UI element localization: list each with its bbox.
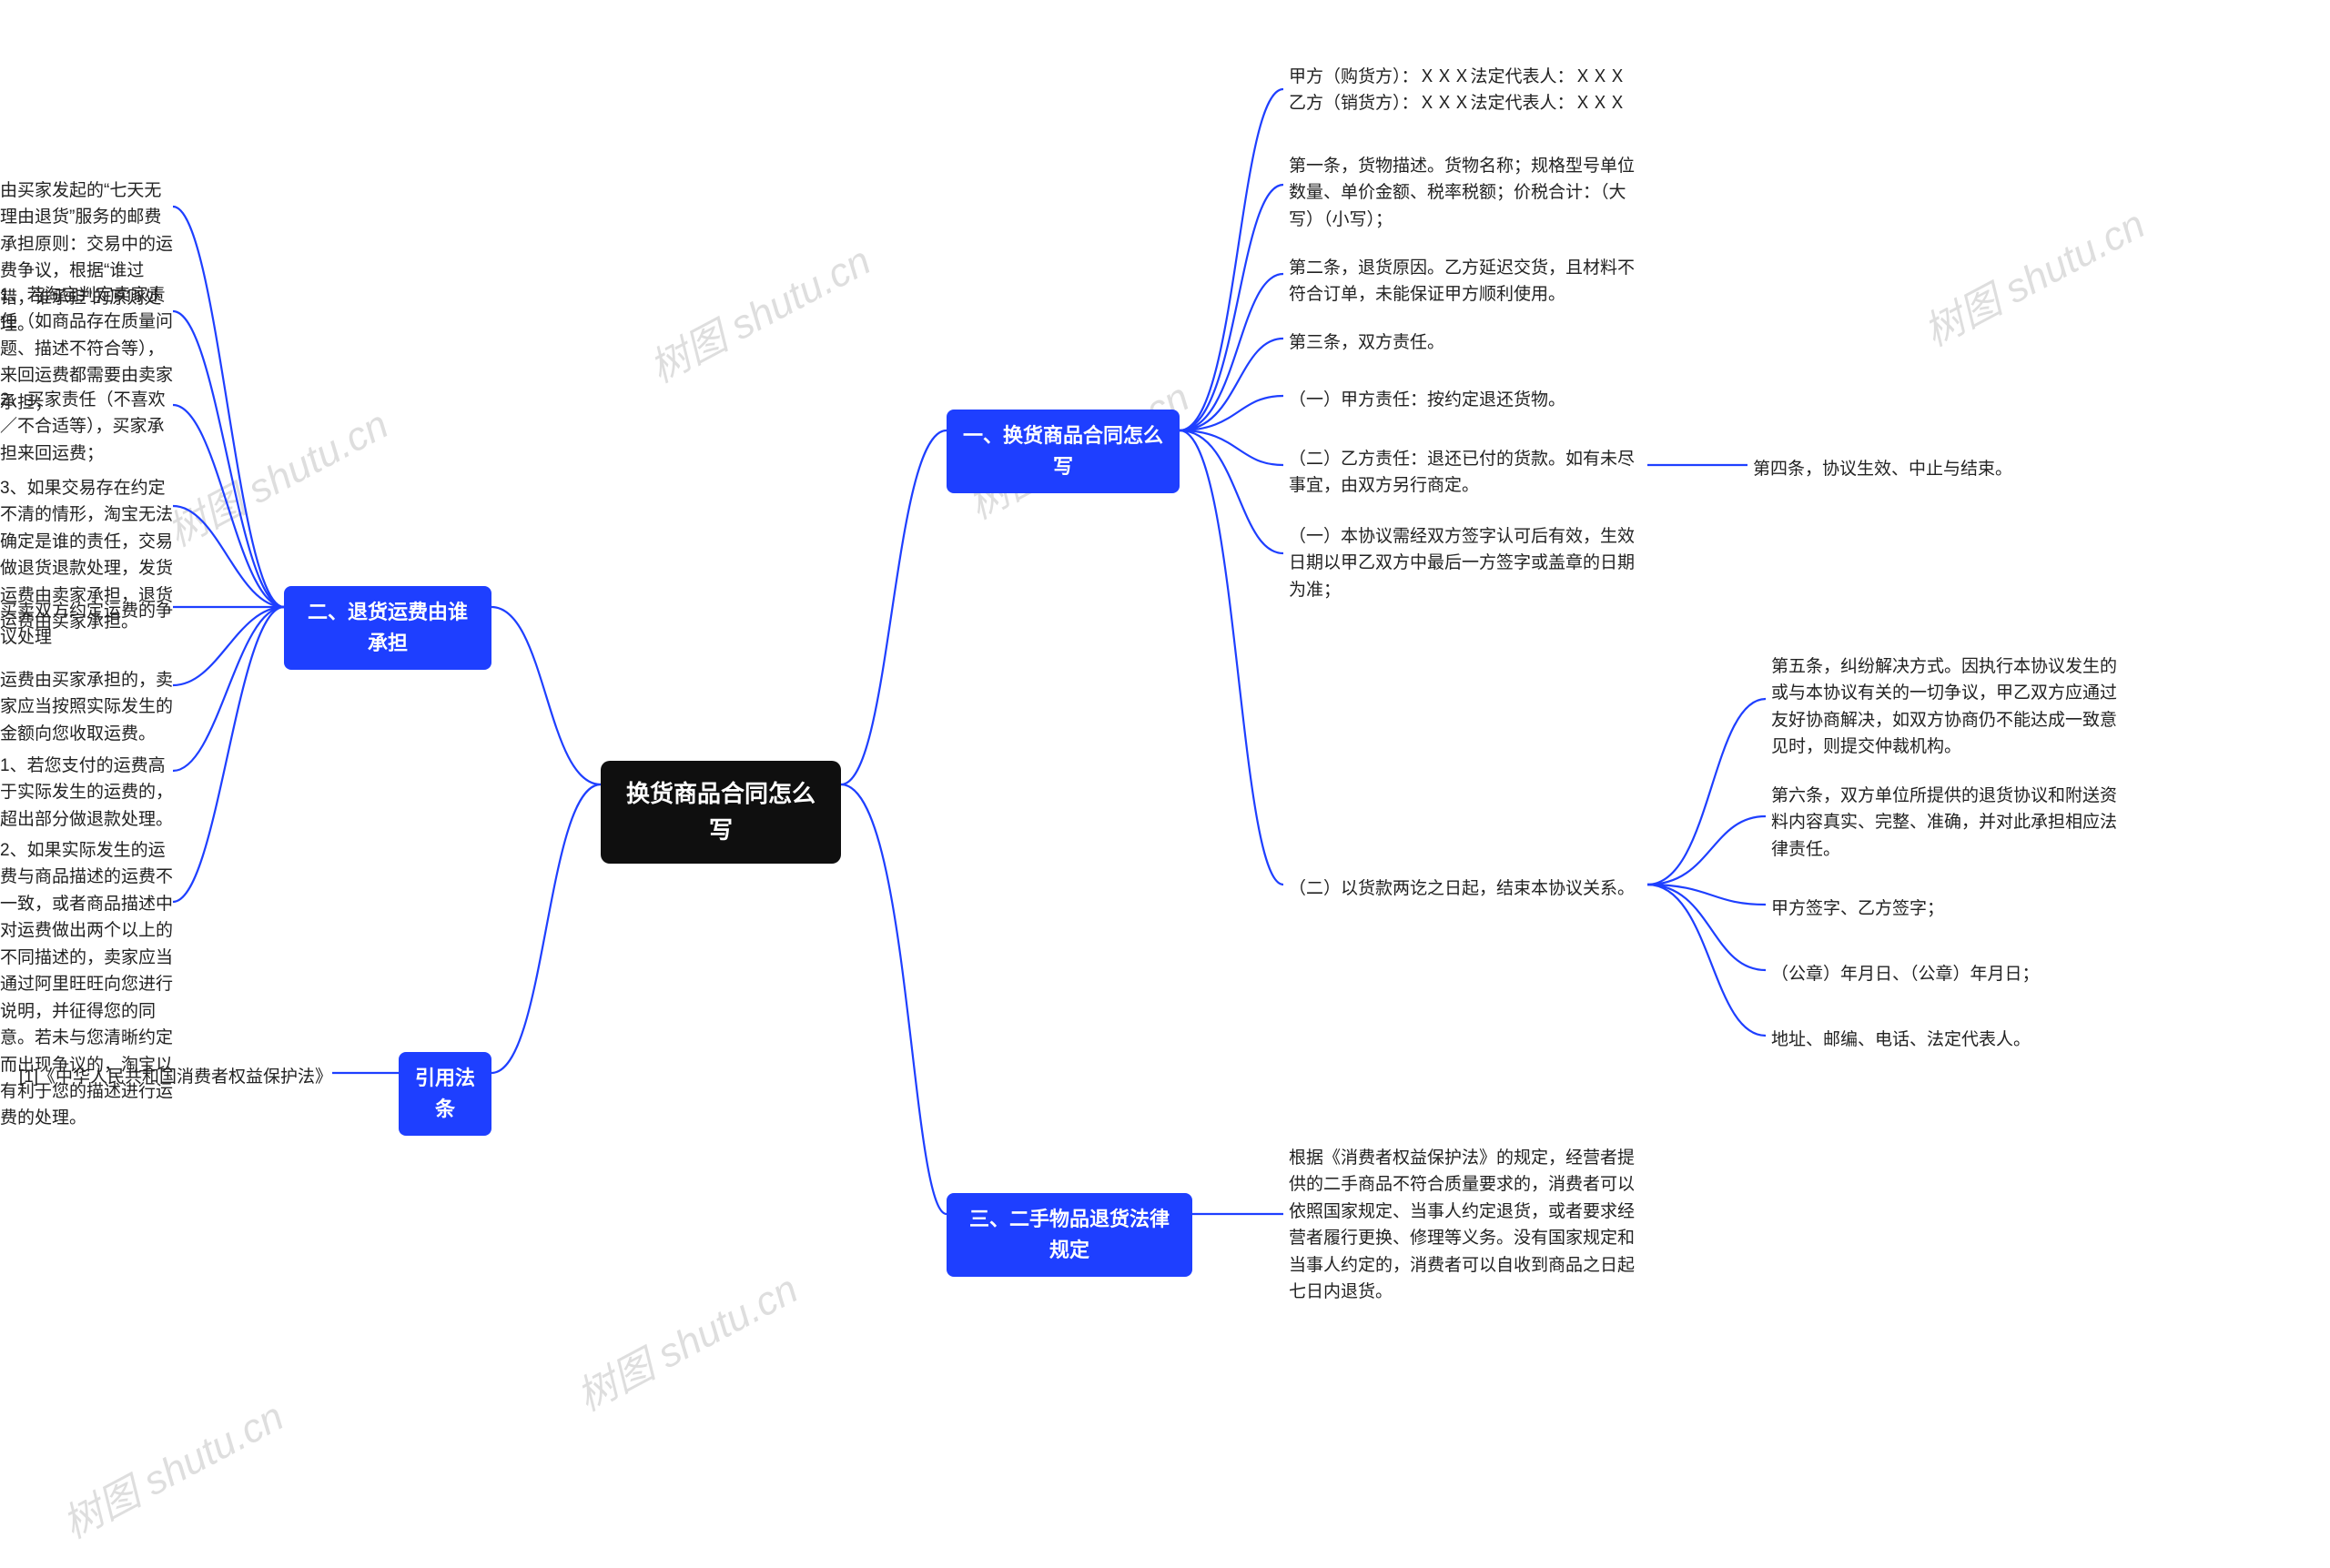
b1-c8: （二）以货款两讫之日起，结束本协议关系。 [1289,875,1635,902]
watermark: 树图 shutu.cn [156,392,397,558]
b1-c2: 第一条，货物描述。货物名称；规格型号单位数量、单价金额、税率税额；价税合计：（大… [1289,153,1644,233]
watermark: 树图 shutu.cn [638,228,879,394]
b1-c8-g5: 地址、邮编、电话、法定代表人。 [1771,1027,2031,1053]
b2-d7: 1、若您支付的运费高于实际发生的运费的，超出部分做退款处理。 [0,753,173,833]
b2-d3: 2、买家责任（不喜欢／不合适等），买家承担来回运费； [0,387,173,467]
b1-c8-g2: 第六条，双方单位所提供的退货协议和附送资料内容真实、完整、准确，并对此承担相应法… [1771,783,2126,863]
b1-c8-g1: 第五条，纠纷解决方式。因执行本协议发生的或与本协议有关的一切争议，甲乙双方应通过… [1771,653,2126,761]
b1-c6: （二）乙方责任：退还已付的货款。如有未尽事宜，由双方另行商定。 [1289,446,1644,500]
branch-3: 三、二手物品退货法律规定 [947,1193,1192,1277]
b1-c5: （一）甲方责任：按约定退还货物。 [1289,387,1565,413]
b1-c8-g3: 甲方签字、乙方签字； [1771,895,1944,922]
watermark: 树图 shutu.cn [565,1257,806,1422]
b2-d5: 买卖双方约定运费的争议处理 [0,598,173,652]
branch-2: 二、退货运费由谁承担 [284,586,491,670]
b1-c1: 甲方（购货方）：ＸＸＸ法定代表人：ＸＸＸ 乙方（销货方）：ＸＸＸ法定代表人：ＸＸ… [1289,64,1626,117]
b1-c6-child: 第四条，协议生效、中止与结束。 [1753,456,2012,482]
root-node: 换货商品合同怎么写 [601,761,841,864]
watermark: 树图 shutu.cn [1912,192,2153,358]
b1-c7: （一）本协议需经双方签字认可后有效，生效日期以甲乙双方中最后一方签字或盖章的日期… [1289,523,1644,603]
b4-f1: [1]《中华人民共和国消费者权益保护法》 [19,1064,332,1090]
b1-c8-g4: （公章）年月日、（公章）年月日； [1771,961,2040,987]
branch-1: 一、换货商品合同怎么写 [947,410,1180,493]
b1-c4: 第三条，双方责任。 [1289,329,1444,356]
branch-4: 引用法条 [399,1052,491,1136]
b2-d6: 运费由买家承担的，卖家应当按照实际发生的金额向您收取运费。 [0,667,173,747]
watermark: 树图 shutu.cn [51,1384,292,1550]
b3-e1: 根据《消费者权益保护法》的规定，经营者提供的二手商品不符合质量要求的，消费者可以… [1289,1145,1644,1306]
b1-c3: 第二条，退货原因。乙方延迟交货，且材料不符合订单，未能保证甲方顺利使用。 [1289,255,1644,309]
